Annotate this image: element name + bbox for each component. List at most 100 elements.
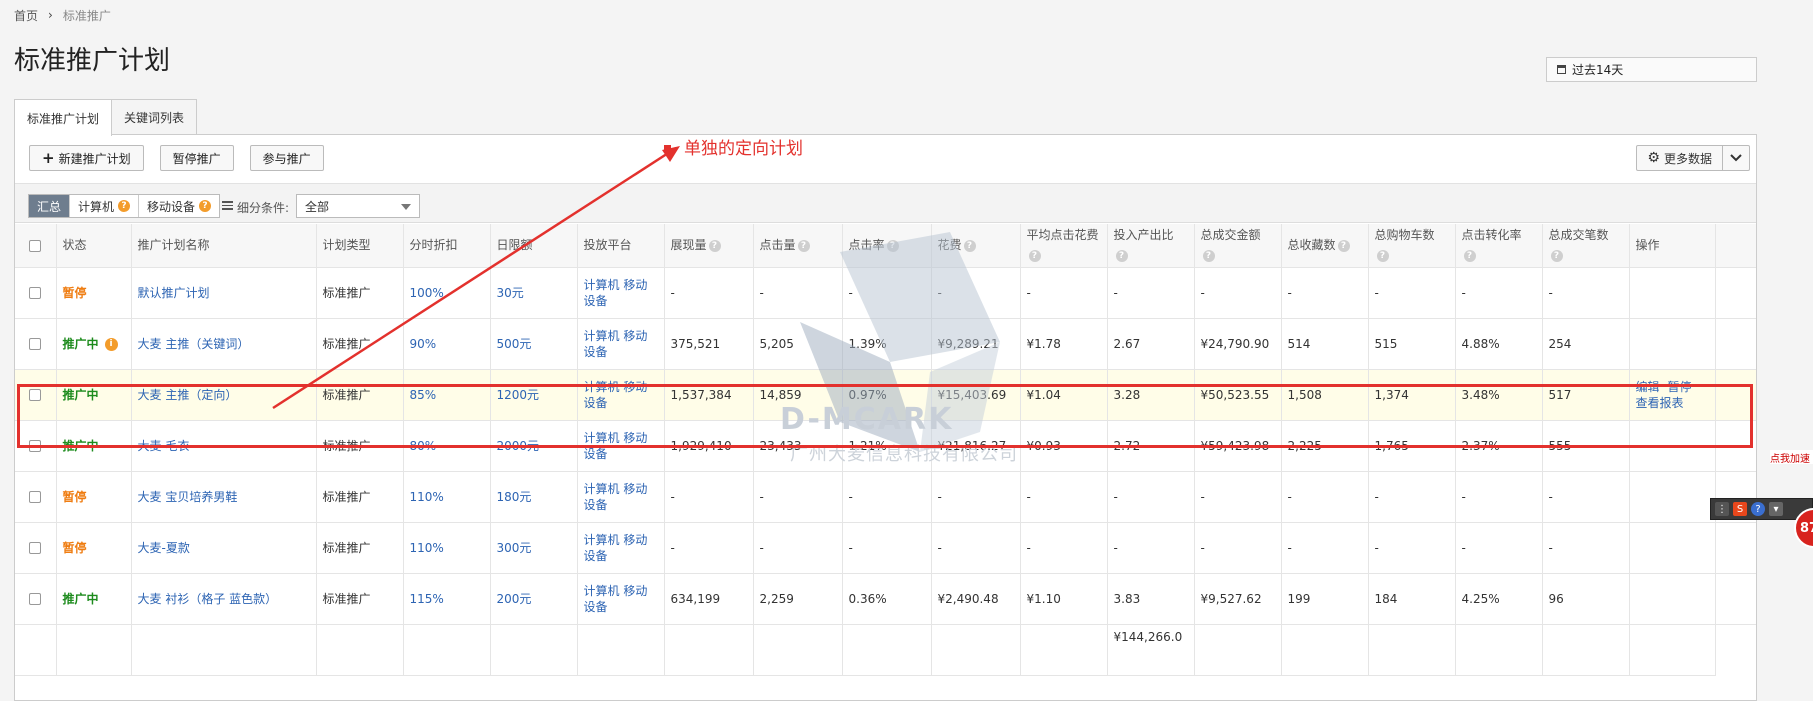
help-icon[interactable]: ?	[118, 200, 131, 212]
daily-limit-link[interactable]: 30元	[497, 286, 524, 300]
plan-name-link[interactable]: 默认推广计划	[138, 286, 210, 300]
help-icon[interactable]: ?	[963, 239, 976, 252]
help-icon[interactable]: ?	[1550, 249, 1563, 262]
platform-link[interactable]: 计算机 移动设备	[584, 329, 648, 359]
cell-plan-name[interactable]: 大麦 宝贝培养男鞋	[131, 471, 317, 523]
row-select[interactable]	[15, 522, 57, 574]
cell-discount[interactable]: 115%	[403, 573, 491, 625]
chevron-down-icon[interactable]: ▾	[1769, 502, 1783, 516]
help-icon[interactable]: ?	[1028, 249, 1041, 262]
cell-platform[interactable]: 计算机 移动设备	[577, 573, 665, 625]
row-select[interactable]	[15, 267, 57, 319]
new-plan-button[interactable]: + 新建推广计划	[29, 145, 144, 171]
view-report-link[interactable]: 查看报表	[1636, 396, 1684, 410]
checkbox[interactable]	[29, 440, 42, 452]
daily-limit-link[interactable]: 1200元	[497, 388, 540, 402]
cell-daily-limit[interactable]: 500元	[490, 318, 578, 370]
platform-link[interactable]: 计算机 移动设备	[584, 380, 648, 410]
help-icon[interactable]: ?	[1337, 239, 1350, 252]
header-clicks[interactable]: 点击量?	[753, 224, 843, 268]
discount-link[interactable]: 110%	[410, 490, 444, 504]
plan-name-link[interactable]: 大麦-夏款	[138, 541, 190, 555]
daily-limit-link[interactable]: 200元	[497, 592, 532, 606]
daily-limit-link[interactable]: 500元	[497, 337, 532, 351]
table-row[interactable]: 推广中 i 大麦 主推（关键词） 标准推广 90% 500元 计算机 移动设备 375,521…	[15, 318, 1756, 370]
cell-discount[interactable]: 100%	[403, 267, 491, 319]
segment-summary[interactable]: 汇总	[29, 195, 71, 217]
cell-discount[interactable]: 90%	[403, 318, 491, 370]
header-favorites[interactable]: 总收藏数?	[1281, 224, 1369, 268]
discount-link[interactable]: 100%	[410, 286, 444, 300]
discount-link[interactable]: 80%	[410, 439, 437, 453]
cell-plan-name[interactable]: 大麦 主推（定向）	[131, 369, 317, 421]
daily-limit-link[interactable]: 2000元	[497, 439, 540, 453]
cell-daily-limit[interactable]: 180元	[490, 471, 578, 523]
cell-plan-name[interactable]: 大麦 主推（关键词）	[131, 318, 317, 370]
header-select-all[interactable]	[15, 224, 57, 268]
cell-plan-name[interactable]: 大麦 毛衣	[131, 420, 317, 472]
header-ctr[interactable]: 点击率?	[842, 224, 932, 268]
tab-keyword-list[interactable]: 关键词列表	[112, 99, 198, 135]
segment-mobile[interactable]: 移动设备?	[139, 195, 219, 217]
cell-plan-name[interactable]: 大麦 衬衫（格子 蓝色款）	[131, 573, 317, 625]
header-gmv[interactable]: 总成交金额?	[1194, 224, 1282, 268]
cell-daily-limit[interactable]: 1200元	[490, 369, 578, 421]
plan-name-link[interactable]: 大麦 毛衣	[138, 439, 190, 453]
row-select[interactable]	[15, 369, 57, 421]
row-select[interactable]	[15, 573, 57, 625]
table-row[interactable]: 暂停 大麦 宝贝培养男鞋 标准推广 110% 180元 计算机 移动设备 - - - - - - - - -…	[15, 471, 1756, 523]
checkbox[interactable]	[29, 542, 42, 554]
grip-icon[interactable]: ⋮	[1715, 502, 1729, 516]
cell-discount[interactable]: 85%	[403, 369, 491, 421]
platform-link[interactable]: 计算机 移动设备	[584, 584, 648, 614]
edit-link[interactable]: 编辑	[1636, 380, 1660, 394]
cell-discount[interactable]: 80%	[403, 420, 491, 472]
platform-link[interactable]: 计算机 移动设备	[584, 431, 648, 461]
date-range-button[interactable]: 过去14天	[1546, 57, 1757, 82]
cell-discount[interactable]: 110%	[403, 522, 491, 574]
daily-limit-link[interactable]: 300元	[497, 541, 532, 555]
help-icon[interactable]: ?	[797, 239, 810, 252]
header-cost[interactable]: 花费?	[931, 224, 1021, 268]
breadcrumb-home[interactable]: 首页	[14, 7, 38, 24]
chevron-down-icon[interactable]	[1723, 146, 1749, 170]
platform-link[interactable]: 计算机 移动设备	[584, 278, 648, 308]
header-cart[interactable]: 总购物车数?	[1368, 224, 1456, 268]
cell-platform[interactable]: 计算机 移动设备	[577, 522, 665, 574]
plan-name-link[interactable]: 大麦 衬衫（格子 蓝色款）	[138, 592, 278, 606]
info-icon[interactable]: i	[104, 337, 118, 351]
header-orders[interactable]: 总成交笔数?	[1542, 224, 1630, 268]
cell-daily-limit[interactable]: 200元	[490, 573, 578, 625]
discount-link[interactable]: 110%	[410, 541, 444, 555]
cell-platform[interactable]: 计算机 移动设备	[577, 318, 665, 370]
help-icon[interactable]: ?	[1202, 249, 1215, 262]
discount-link[interactable]: 85%	[410, 388, 437, 402]
cell-plan-name[interactable]: 默认推广计划	[131, 267, 317, 319]
platform-link[interactable]: 计算机 移动设备	[584, 482, 648, 512]
table-row[interactable]: 推广中 大麦 主推（定向） 标准推广 85% 1200元 计算机 移动设备 1,537,38…	[15, 369, 1756, 421]
discount-link[interactable]: 115%	[410, 592, 444, 606]
checkbox[interactable]	[29, 593, 42, 605]
pause-link[interactable]: 暂停	[1668, 380, 1692, 394]
checkbox[interactable]	[29, 338, 42, 350]
help-icon[interactable]: ?	[1376, 249, 1389, 262]
plan-name-link[interactable]: 大麦 主推（定向）	[138, 388, 238, 402]
more-data-button[interactable]: ⚙ 更多数据	[1637, 146, 1723, 170]
plan-name-link[interactable]: 大麦 主推（关键词）	[138, 337, 250, 351]
table-row[interactable]: 暂停 默认推广计划 标准推广 100% 30元 计算机 移动设备 - - - - - - - - - - -	[15, 267, 1756, 319]
cell-plan-name[interactable]: 大麦-夏款	[131, 522, 317, 574]
help-icon[interactable]: ?	[1463, 249, 1476, 262]
table-row[interactable]: 暂停 大麦-夏款 标准推广 110% 300元 计算机 移动设备 - - - - - - - - - - -	[15, 522, 1756, 574]
join-promotion-button[interactable]: 参与推广	[249, 145, 324, 171]
pause-promotion-button[interactable]: 暂停推广	[159, 145, 234, 171]
checkbox[interactable]	[29, 491, 42, 503]
cell-daily-limit[interactable]: 30元	[490, 267, 578, 319]
row-select[interactable]	[15, 420, 57, 472]
row-select[interactable]	[15, 471, 57, 523]
cell-discount[interactable]: 110%	[403, 471, 491, 523]
cell-platform[interactable]: 计算机 移动设备	[577, 420, 665, 472]
platform-link[interactable]: 计算机 移动设备	[584, 533, 648, 563]
table-row[interactable]: 推广中 大麦 衬衫（格子 蓝色款） 标准推广 115% 200元 计算机 移动设备 634,…	[15, 573, 1756, 625]
help-icon[interactable]: ?	[1751, 502, 1765, 516]
checkbox[interactable]	[29, 287, 42, 299]
